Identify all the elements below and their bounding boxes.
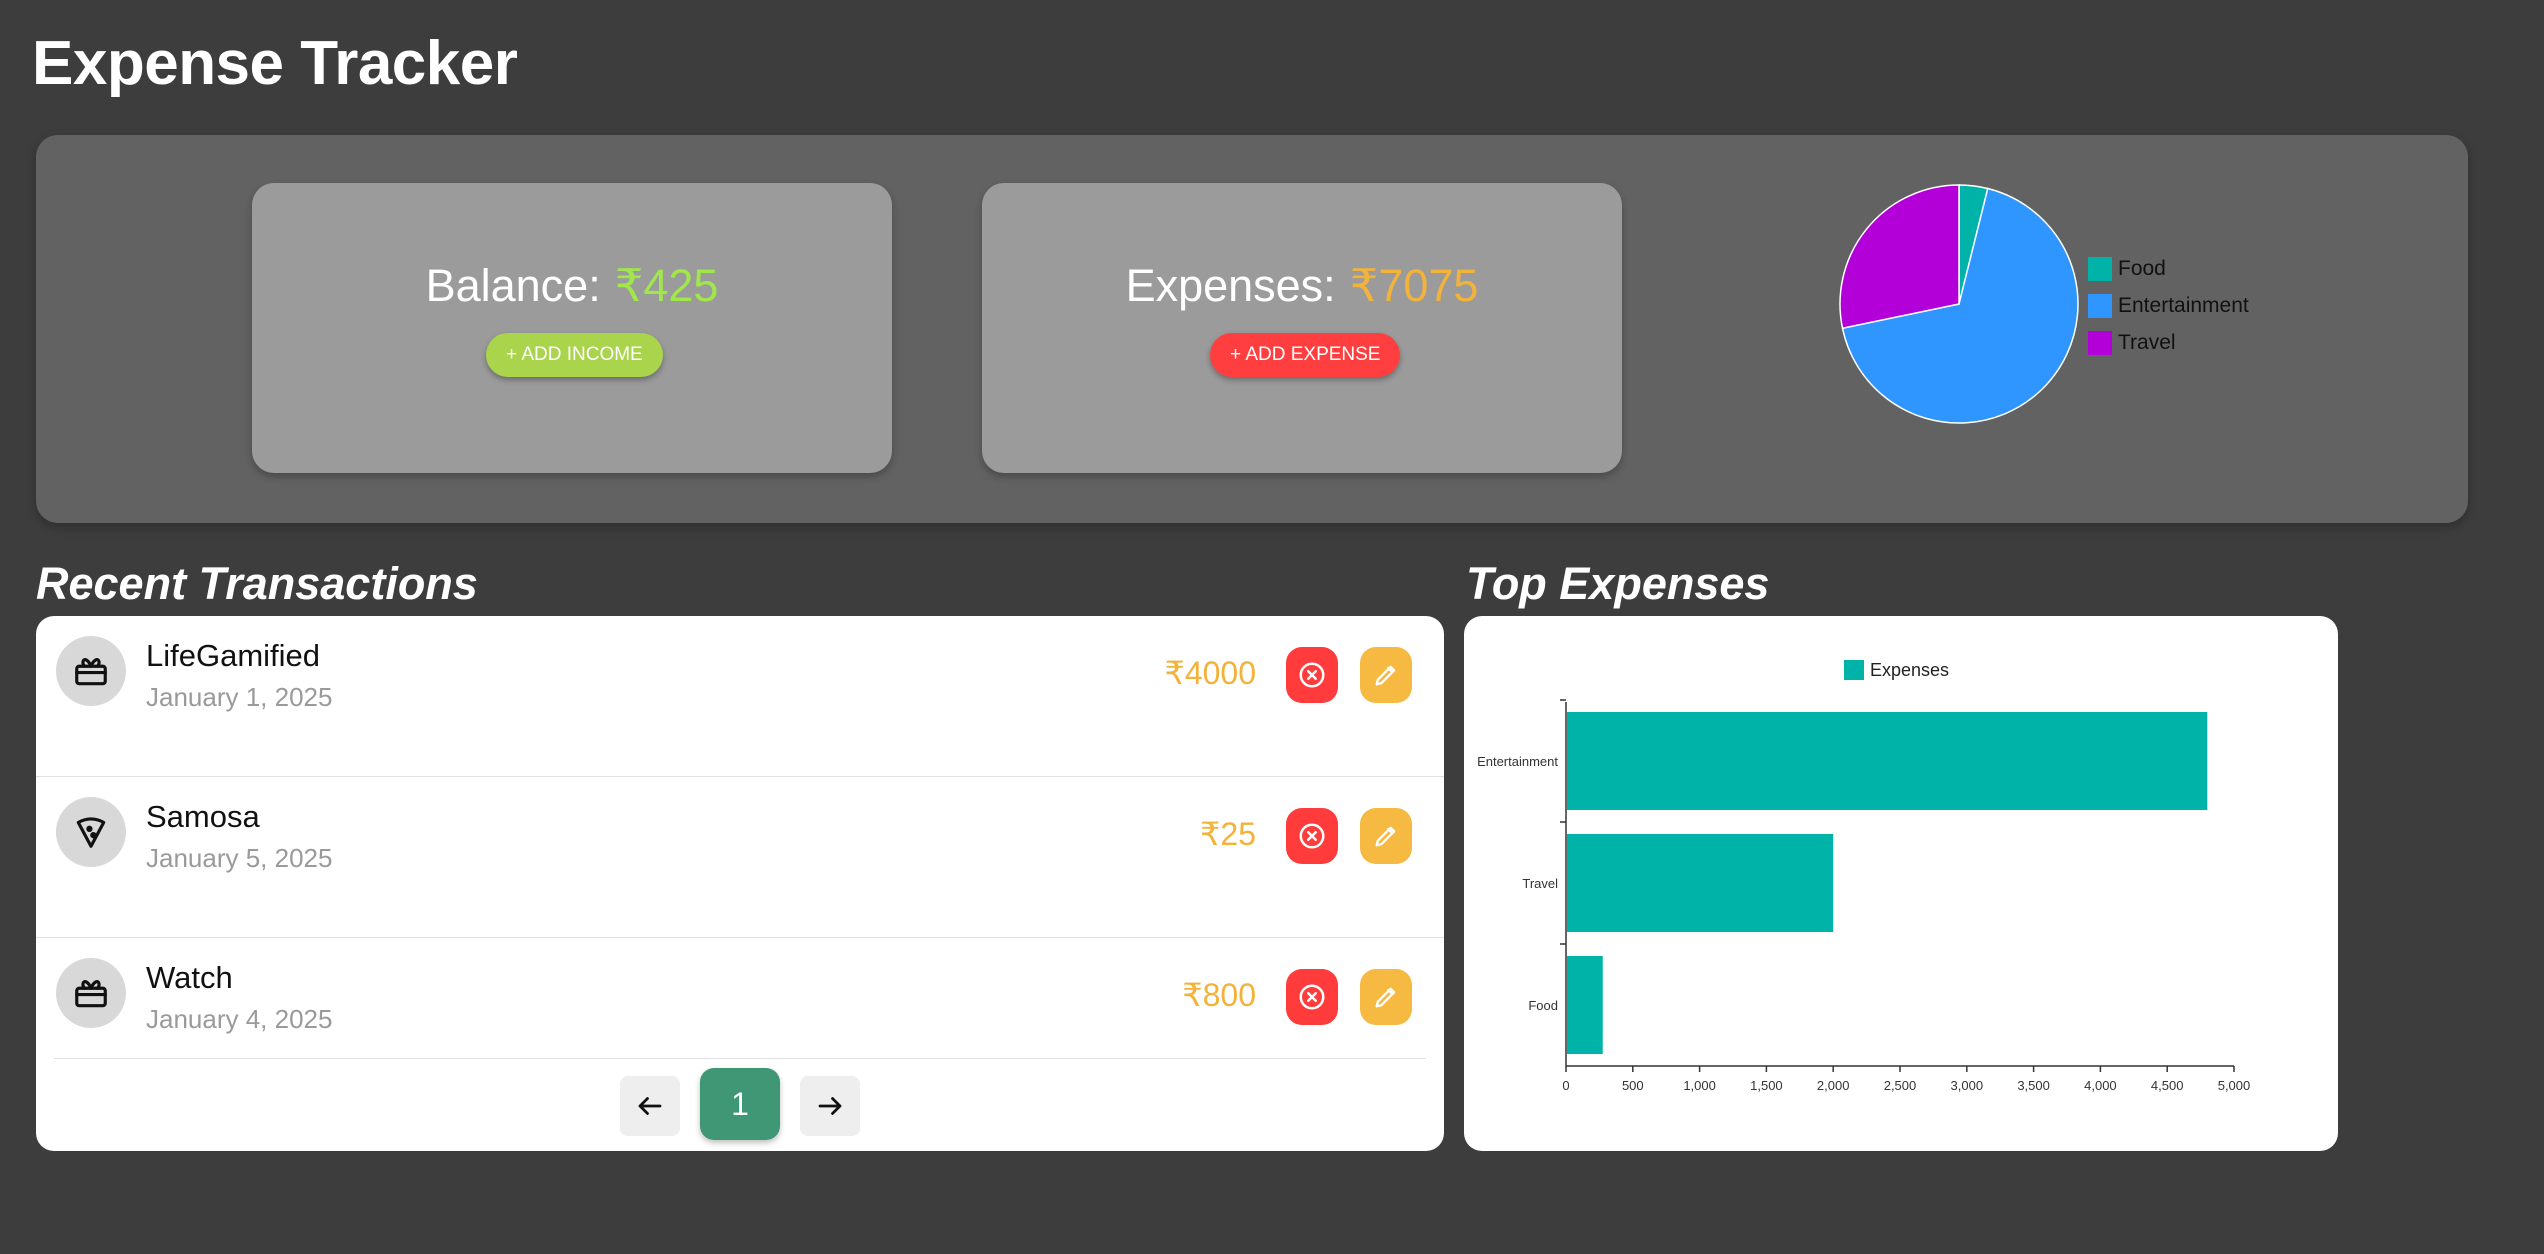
transaction-amount: ₹800 — [1182, 977, 1256, 1013]
top-expenses-panel: Expenses Entertainment Travel Food 0 500 1,000… — [1464, 616, 2338, 1151]
expenses-card: Expenses: ₹7075 + ADD EXPENSE — [982, 183, 1622, 473]
transaction-row: Samosa January 5, 2025 ₹25 — [36, 777, 1444, 938]
edit-button[interactable] — [1360, 647, 1412, 703]
pie-legend-travel: Travel — [2088, 331, 2176, 355]
edit-button[interactable] — [1360, 808, 1412, 864]
transaction-row: LifeGamified January 1, 2025 ₹4000 — [36, 616, 1444, 777]
recent-transactions-title: Recent Transactions — [36, 558, 478, 609]
arrow-left-icon — [638, 1097, 662, 1115]
legend-swatch-travel — [2088, 331, 2112, 355]
bar-food — [1567, 956, 1603, 1054]
legend-label-travel: Travel — [2118, 331, 2176, 354]
transaction-amount: ₹4000 — [1164, 655, 1256, 691]
transaction-date: January 5, 2025 — [146, 843, 333, 873]
transaction-name: LifeGamified — [146, 638, 321, 673]
pencil-icon — [1375, 665, 1396, 686]
add-income-button[interactable]: + ADD INCOME — [486, 333, 663, 377]
x-tick-label: 4,000 — [2084, 1078, 2117, 1093]
balance-label: Balance: — [425, 260, 601, 311]
pie-legend-entertainment: Entertainment — [2088, 294, 2249, 318]
next-page-button[interactable] — [800, 1076, 860, 1136]
arrow-right-icon — [818, 1097, 842, 1115]
close-circle-icon — [1299, 662, 1325, 688]
transaction-avatar — [56, 797, 126, 867]
bar-legend-label: Expenses — [1870, 660, 1949, 680]
delete-button[interactable] — [1286, 647, 1338, 703]
pie-slice-travel — [1839, 184, 1960, 330]
list-divider — [54, 1058, 1426, 1059]
y-tick-label: Travel — [1522, 876, 1558, 891]
x-tick-label: 2,000 — [1817, 1078, 1850, 1093]
x-tick-label: 3,500 — [2017, 1078, 2050, 1093]
transaction-avatar — [56, 636, 126, 706]
expenses-label: Expenses: — [1125, 260, 1336, 311]
balance-card: Balance: ₹425 + ADD INCOME — [252, 183, 892, 473]
x-tick-label: 2,500 — [1884, 1078, 1917, 1093]
transaction-name: Watch — [146, 960, 233, 995]
bar-travel — [1567, 834, 1834, 932]
delete-button[interactable] — [1286, 969, 1338, 1025]
delete-button[interactable] — [1286, 808, 1338, 864]
y-tick-label: Food — [1528, 998, 1558, 1013]
top-expenses-bar-chart: Expenses Entertainment Travel Food 0 500 1,000… — [1477, 660, 2251, 1093]
bar-entertainment — [1567, 712, 2208, 810]
top-expenses-title: Top Expenses — [1466, 558, 1770, 609]
close-circle-icon — [1299, 984, 1325, 1010]
expense-pie-chart — [1839, 184, 2079, 424]
pencil-icon — [1375, 826, 1396, 847]
x-tick-label: 5,000 — [2218, 1078, 2251, 1093]
transaction-date: January 4, 2025 — [146, 1004, 333, 1034]
transaction-row: Watch January 4, 2025 ₹800 — [36, 938, 1444, 1078]
x-tick-label: 0 — [1562, 1078, 1569, 1093]
app-title: Expense Tracker — [32, 29, 518, 98]
legend-swatch-food — [2088, 257, 2112, 281]
current-page[interactable]: 1 — [700, 1068, 780, 1140]
bar-legend-swatch — [1844, 660, 1864, 680]
prev-page-button[interactable] — [620, 1076, 680, 1136]
x-tick-label: 1,500 — [1750, 1078, 1783, 1093]
pizza-icon — [76, 817, 106, 848]
add-expense-button[interactable]: + ADD EXPENSE — [1210, 333, 1401, 377]
close-circle-icon — [1299, 823, 1325, 849]
expenses-amount: ₹7075 — [1349, 260, 1479, 311]
pencil-icon — [1375, 987, 1396, 1008]
pie-legend-food: Food — [2088, 257, 2166, 281]
edit-button[interactable] — [1360, 969, 1412, 1025]
bar-legend: Expenses — [1844, 660, 1949, 680]
transaction-date: January 1, 2025 — [146, 682, 333, 712]
gift-icon — [75, 980, 107, 1008]
legend-swatch-entertainment — [2088, 294, 2112, 318]
y-tick-label: Entertainment — [1477, 754, 1558, 769]
balance-amount: ₹425 — [614, 260, 719, 311]
transaction-avatar — [56, 958, 126, 1028]
transaction-name: Samosa — [146, 799, 260, 834]
summary-panel: Balance: ₹425 + ADD INCOME Expenses: ₹7075… — [36, 135, 2468, 523]
gift-icon — [75, 658, 107, 686]
pagination: 1 — [36, 1068, 1444, 1144]
x-tick-label: 4,500 — [2151, 1078, 2184, 1093]
legend-label-food: Food — [2118, 257, 2166, 280]
x-tick-label: 3,000 — [1951, 1078, 1984, 1093]
x-tick-label: 1,000 — [1683, 1078, 1716, 1093]
transactions-list: LifeGamified January 1, 2025 ₹4000 Samos… — [36, 616, 1444, 1151]
transaction-amount: ₹25 — [1200, 816, 1256, 852]
legend-label-entertainment: Entertainment — [2118, 294, 2249, 317]
x-tick-label: 500 — [1622, 1078, 1644, 1093]
